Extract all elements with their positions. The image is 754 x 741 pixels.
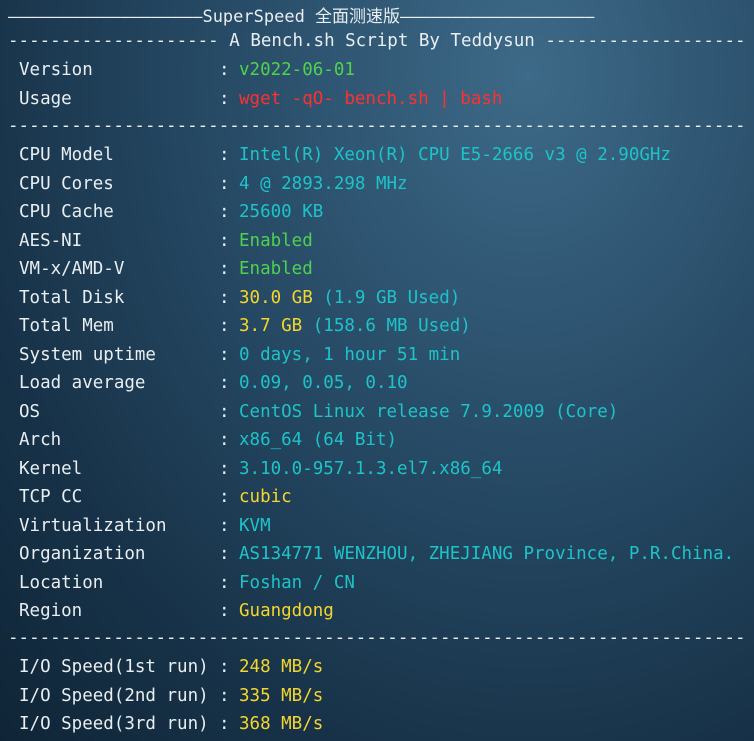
row-value: Guangdong (239, 601, 334, 621)
separator-2: ----------------------------------------… (8, 628, 746, 648)
row-colon: : (219, 430, 230, 450)
row-label: CPU Model (19, 145, 114, 165)
row-label: System uptime (19, 344, 156, 365)
row-value: 368 MB/s (239, 714, 324, 734)
info-row: Load average:0.09, 0.05, 0.10 (0, 369, 754, 397)
info-row: Total Disk:30.0 GB (1.9 GB Used) (0, 284, 754, 312)
row-label: Kernel (19, 458, 83, 479)
info-row: I/O Speed(1st run):248 MB/s (0, 653, 754, 681)
row-label: Usage (19, 88, 72, 109)
row-value: 248 MB/s (239, 657, 324, 677)
row-label: VM-x/AMD-V (19, 259, 125, 279)
info-row: I/O Speed(3rd run):368 MB/s (0, 710, 754, 738)
row-label: Total Mem (19, 316, 114, 336)
info-row: Region: Guangdong (0, 597, 754, 625)
row-label: CPU Cores (19, 173, 114, 194)
info-row: Usage: wget -qO- bench.sh | bash (0, 85, 754, 113)
row-colon: : (219, 572, 230, 593)
row-label: Region (19, 601, 83, 621)
row-colon: : (219, 685, 230, 706)
row-label: I/O Speed(2nd run) (19, 685, 209, 706)
info-row: VM-x/AMD-V: Enabled (0, 255, 754, 283)
separator-1: ----------------------------------------… (8, 116, 746, 136)
info-row: AES-NI: Enabled (0, 227, 754, 255)
row-colon: : (219, 88, 230, 109)
row-label: Virtualization (19, 515, 167, 536)
row-colon: : (219, 714, 230, 734)
row-value: 335 MB/s (239, 685, 324, 706)
row-value: AS134771 WENZHOU, ZHEJIANG Province, P.R… (239, 544, 735, 564)
row-colon: : (219, 401, 230, 422)
info-row: CPU Cores:4 @ 2893.298 MHz (0, 170, 754, 198)
info-row: Location: Foshan / CN (0, 569, 754, 597)
terminal-window: ———————————————————SuperSpeed 全面测速版—————… (0, 0, 754, 741)
row-value: Intel(R) Xeon(R) CPU E5-2666 v3 @ 2.90GH… (239, 145, 671, 165)
row-value: x86_64 (64 Bit) (239, 430, 398, 450)
row-label: Arch (19, 430, 62, 450)
info-row: I/O Speed(2nd run):335 MB/s (0, 682, 754, 710)
row-label: Organization (19, 544, 146, 564)
title-rule: ———————————————————SuperSpeed 全面测速版—————… (8, 7, 595, 27)
info-row: Kernel:3.10.0-957.1.3.el7.x86_64 (0, 455, 754, 483)
row-colon: : (219, 544, 230, 564)
row-colon: : (219, 458, 230, 479)
row-colon: : (219, 316, 230, 336)
info-row: Arch: x86_64 (64 Bit) (0, 426, 754, 454)
row-label: Location (19, 572, 104, 593)
info-row: Total Mem:3.7 GB (158.6 MB Used) (0, 312, 754, 340)
row-colon: : (219, 344, 230, 365)
header-rule: -------------------- A Bench.sh Script B… (8, 31, 746, 51)
row-colon: : (219, 202, 230, 222)
row-value: Enabled (239, 230, 313, 251)
row-value-extra: (1.9 GB Used) (312, 287, 461, 308)
row-value: 3.7 GB (158.6 MB Used) (239, 312, 471, 340)
info-row: Version: v2022-06-01 (0, 56, 754, 84)
row-value: 30.0 GB (1.9 GB Used) (239, 284, 460, 312)
info-row: Virtualization: KVM (0, 512, 754, 540)
row-label: Version (19, 60, 93, 80)
row-value: 4 @ 2893.298 MHz (239, 173, 408, 194)
row-value-main: 3.7 GB (239, 316, 303, 336)
row-value: 0 days, 1 hour 51 min (239, 344, 461, 365)
row-label: OS (19, 401, 41, 422)
row-colon: : (219, 287, 230, 308)
row-label: AES-NI (19, 230, 83, 251)
row-value: Enabled (239, 259, 313, 279)
row-colon: : (219, 259, 230, 279)
row-label: Load average (19, 373, 146, 393)
row-colon: : (219, 173, 230, 194)
row-label: Total Disk (19, 287, 125, 308)
row-value-extra: (158.6 MB Used) (302, 316, 471, 336)
row-label: CPU Cache (19, 202, 114, 222)
row-value: Foshan / CN (239, 572, 355, 593)
row-value: v2022-06-01 (239, 60, 355, 80)
row-label: TCP CC (19, 487, 83, 507)
row-colon: : (219, 515, 230, 536)
row-value: cubic (239, 487, 292, 507)
row-value: CentOS Linux release 7.9.2009 (Core) (239, 401, 619, 422)
row-value: KVM (239, 515, 271, 536)
row-label: I/O Speed(1st run) (19, 657, 209, 677)
info-row: Organization: AS134771 WENZHOU, ZHEJIANG … (0, 540, 754, 568)
row-label: I/O Speed(3rd run) (19, 714, 209, 734)
row-colon: : (219, 230, 230, 251)
row-value: wget -qO- bench.sh | bash (239, 88, 503, 109)
info-row: OS: CentOS Linux release 7.9.2009 (Core) (0, 398, 754, 426)
row-value: 25600 KB (239, 202, 324, 222)
row-value: 0.09, 0.05, 0.10 (239, 373, 408, 393)
info-row: CPU Cache:25600 KB (0, 198, 754, 226)
info-row: System uptime:0 days, 1 hour 51 min (0, 341, 754, 369)
row-value-main: 30.0 GB (239, 287, 313, 308)
row-colon: : (219, 145, 230, 165)
row-colon: : (219, 657, 230, 677)
row-colon: : (219, 373, 230, 393)
row-value: 3.10.0-957.1.3.el7.x86_64 (239, 458, 503, 479)
row-colon: : (219, 601, 230, 621)
row-colon: : (219, 60, 230, 80)
info-row: TCP CC: cubic (0, 483, 754, 511)
row-colon: : (219, 487, 230, 507)
info-row: CPU Model: Intel(R) Xeon(R) CPU E5-2666 v… (0, 141, 754, 169)
